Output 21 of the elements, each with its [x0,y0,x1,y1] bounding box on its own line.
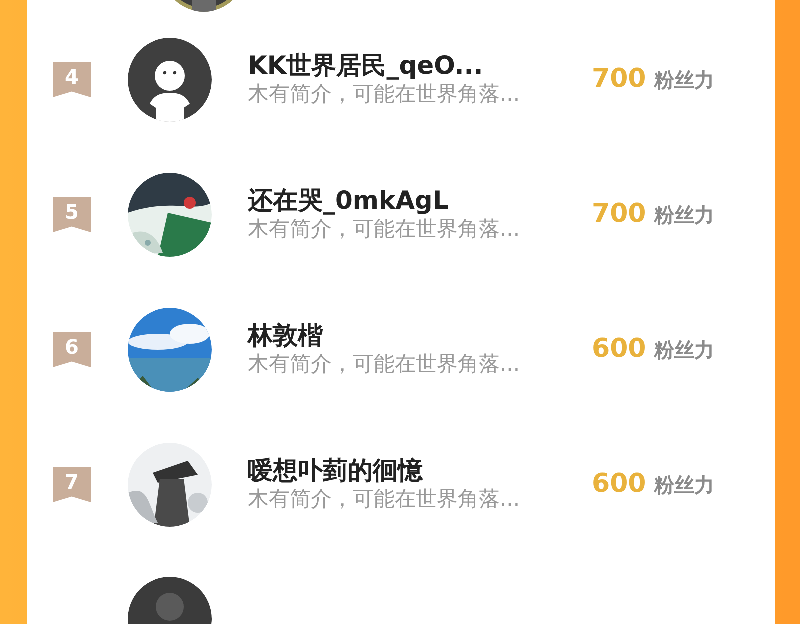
fan-count: 600 [592,468,646,501]
user-name: 林敦楷 [248,320,324,351]
rank-badge: 4 [53,62,91,98]
fan-count: 700 [592,198,646,231]
fan-count: 700 [592,63,646,96]
user-name: 嗳想卟菿的徊憶 [248,456,424,486]
user-bio: 木有简介，可能在世界角落... [248,80,522,108]
fan-power-label: 粉丝力 [654,336,714,364]
fan-count: 600 [592,333,646,366]
rank-badge: 6 [53,332,91,368]
user-bio: 木有简介，可能在世界角落... [248,350,522,378]
fan-power-label: 粉丝力 [654,472,714,498]
fan-power-label: 粉丝力 [654,66,714,94]
user-name: 还在哭_0mkAgL [248,186,450,216]
rank-badge: 5 [53,196,91,232]
default-avatar-icon [128,38,212,122]
fan-power-label: 粉丝力 [654,202,714,228]
user-bio: 木有简介，可能在世界角落... [248,216,522,243]
user-name: KK世界居民_qeO... [248,50,484,81]
user-bio: 木有简介，可能在世界角落... [248,486,522,513]
rank-badge: 7 [53,466,91,502]
